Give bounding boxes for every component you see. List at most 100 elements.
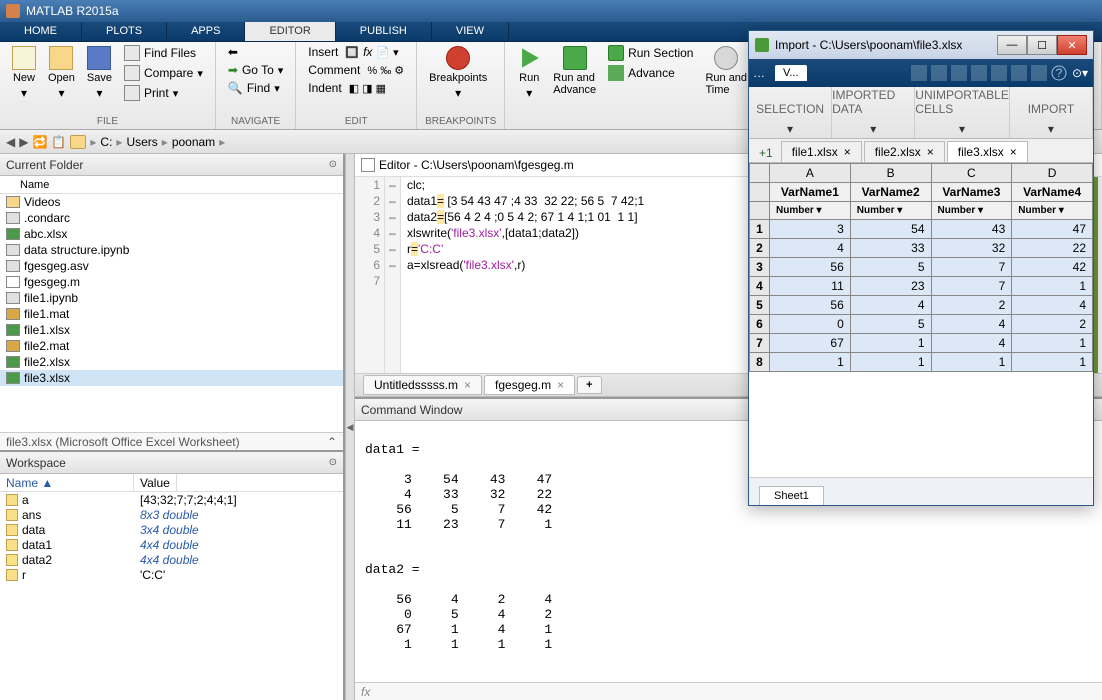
tab-editor[interactable]: EDITOR (245, 22, 335, 41)
run-advance-button[interactable]: Run and Advance (549, 44, 600, 98)
compare-button[interactable]: Compare ▾ (120, 64, 207, 82)
add-file-tab[interactable]: +1 (753, 144, 779, 162)
new-tab-button[interactable]: + (577, 376, 601, 394)
scroll-left-icon[interactable]: … (753, 66, 771, 80)
workspace-var[interactable]: data24x4 double (0, 552, 343, 567)
goto-button[interactable]: ➡Go To ▾ (224, 62, 287, 78)
import-ribbon-tab[interactable]: V... (775, 65, 807, 81)
file-item[interactable]: file1.mat (0, 306, 343, 322)
editor-tab[interactable]: Untitledsssss.m× (363, 375, 482, 395)
tab-view[interactable]: VIEW (432, 22, 509, 41)
file-item[interactable]: abc.xlsx (0, 226, 343, 242)
cf-col-name[interactable]: Name (0, 176, 343, 194)
file-item[interactable]: file1.ipynb (0, 290, 343, 306)
cut-icon[interactable] (951, 65, 967, 81)
ws-col-value[interactable]: Value (134, 474, 177, 491)
insert-button[interactable]: Insert 🔲 fx 📄 ▾ (304, 44, 408, 60)
current-folder-list[interactable]: Videos.condarcabc.xlsxdata structure.ipy… (0, 194, 343, 432)
file-item[interactable]: data structure.ipynb (0, 242, 343, 258)
bc-part[interactable]: C: (100, 135, 112, 149)
run-section-button[interactable]: Run Section (604, 44, 697, 62)
run-button[interactable]: Run▾ (513, 44, 545, 102)
command-prompt[interactable]: fx (355, 682, 1102, 700)
close-button[interactable]: ✕ (1057, 35, 1087, 55)
section-imported[interactable]: IMPORTED DATA▾ (832, 87, 915, 138)
help-icon[interactable]: ? (1051, 65, 1067, 81)
var-icon (6, 554, 18, 566)
close-icon[interactable]: × (844, 145, 851, 159)
import-titlebar[interactable]: Import - C:\Users\poonam\file3.xlsx — ☐ … (749, 31, 1093, 59)
copy-icon[interactable] (971, 65, 987, 81)
file-item[interactable]: file2.mat (0, 338, 343, 354)
file-item[interactable]: fgesgeg.asv (0, 258, 343, 274)
import-file-tab[interactable]: file2.xlsx× (864, 141, 945, 162)
bc-part[interactable]: poonam (172, 135, 215, 149)
run-play-icon (517, 46, 541, 70)
expand-icon[interactable]: ⌃ (327, 435, 337, 449)
nav-up-icon[interactable]: 🔁 (32, 135, 47, 149)
workspace-var[interactable]: data14x4 double (0, 537, 343, 552)
tab-plots[interactable]: PLOTS (82, 22, 167, 41)
section-unimportable[interactable]: UNIMPORTABLE CELLS▾ (915, 87, 1010, 138)
toolbar-icon[interactable] (911, 65, 927, 81)
indent-button[interactable]: Indent ◧ ◨ ▦ (304, 80, 408, 96)
close-icon[interactable]: × (557, 378, 564, 392)
minimize-ribbon-icon[interactable]: ⊙▾ (1071, 66, 1089, 80)
section-selection[interactable]: SELECTION▾ (749, 87, 832, 138)
tab-publish[interactable]: PUBLISH (336, 22, 432, 41)
back-arrow-icon: ⬅ (228, 45, 238, 59)
workspace-var[interactable]: data3x4 double (0, 522, 343, 537)
close-icon[interactable]: × (927, 145, 934, 159)
redo-icon[interactable] (1031, 65, 1047, 81)
ws-col-name[interactable]: Name ▲ (0, 474, 134, 491)
import-file-tab[interactable]: file3.xlsx× (947, 141, 1028, 162)
find-button[interactable]: 🔍Find ▾ (224, 80, 287, 96)
back-button[interactable]: ⬅ (224, 44, 287, 60)
run-time-button[interactable]: Run and Time (701, 44, 751, 98)
editor-tab[interactable]: fgesgeg.m× (484, 375, 575, 395)
breakpoints-button[interactable]: Breakpoints▾ (425, 44, 491, 102)
file-item[interactable]: file2.xlsx (0, 354, 343, 370)
workspace-list[interactable]: a[43;32;7;7;2;4;4;1]ans8x3 doubledata3x4… (0, 492, 343, 700)
app-title: MATLAB R2015a (26, 4, 119, 18)
bc-part[interactable]: Users (126, 135, 157, 149)
comment-button[interactable]: Comment % ‰ ⚙ (304, 62, 408, 78)
close-icon[interactable]: × (1010, 145, 1017, 159)
find-files-button[interactable]: Find Files (120, 44, 207, 62)
panel-dropdown-icon[interactable]: ⊙ (329, 159, 337, 170)
undo-icon[interactable] (1011, 65, 1027, 81)
maximize-button[interactable]: ☐ (1027, 35, 1057, 55)
tab-apps[interactable]: APPS (167, 22, 245, 41)
nav-back-icon[interactable]: ◀ (6, 135, 15, 149)
editor-title: Editor - C:\Users\poonam\fgesgeg.m (379, 158, 574, 172)
workspace-var[interactable]: r'C:C' (0, 567, 343, 582)
panel-dropdown-icon[interactable]: ⊙ (329, 457, 337, 468)
file-item[interactable]: Videos (0, 194, 343, 210)
toolbar-icon[interactable] (931, 65, 947, 81)
new-button[interactable]: New▾ (8, 44, 40, 102)
var-icon (6, 539, 18, 551)
print-button[interactable]: Print ▾ (120, 84, 207, 102)
section-import[interactable]: IMPORT▾ (1010, 87, 1093, 138)
file-item[interactable]: file3.xlsx (0, 370, 343, 386)
open-button[interactable]: Open▾ (44, 44, 79, 102)
paste-icon[interactable] (991, 65, 1007, 81)
workspace-var[interactable]: a[43;32;7;7;2;4;4;1] (0, 492, 343, 507)
nav-fwd-icon[interactable]: ▶ (19, 135, 28, 149)
minimize-button[interactable]: — (997, 35, 1027, 55)
import-data-grid[interactable]: ABCDVarName1VarName2VarName3VarName4Numb… (749, 163, 1093, 477)
import-file-tab[interactable]: file1.xlsx× (781, 141, 862, 162)
workspace-var[interactable]: ans8x3 double (0, 507, 343, 522)
file-item[interactable]: file1.xlsx (0, 322, 343, 338)
save-button[interactable]: Save▾ (83, 44, 116, 102)
nav-up2-icon[interactable]: 📋 (51, 135, 66, 149)
file-item[interactable]: fgesgeg.m (0, 274, 343, 290)
sheet-tab[interactable]: Sheet1 (759, 486, 824, 505)
close-icon[interactable]: × (464, 378, 471, 392)
vertical-splitter[interactable]: ◀ (345, 154, 355, 700)
save-disk-icon (87, 46, 111, 70)
file-item[interactable]: .condarc (0, 210, 343, 226)
advance-button[interactable]: Advance (604, 64, 697, 82)
tab-home[interactable]: HOME (0, 22, 82, 41)
cf-status-bar: file3.xlsx (Microsoft Office Excel Works… (0, 432, 343, 450)
